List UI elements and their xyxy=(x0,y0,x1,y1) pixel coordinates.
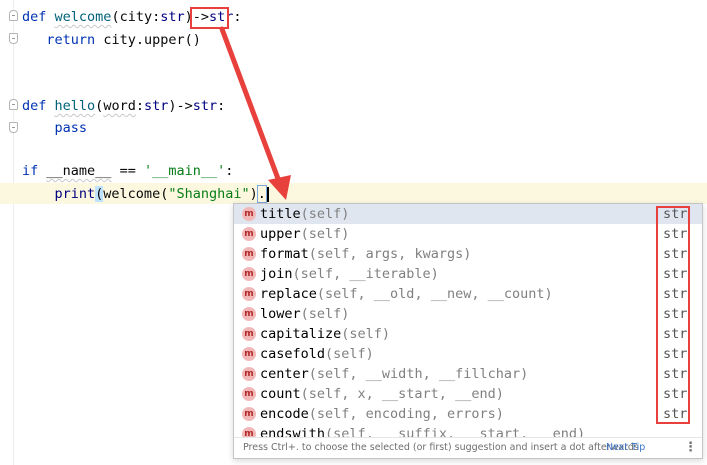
arrow-shaft xyxy=(219,26,283,187)
annotation-arrow xyxy=(219,26,291,200)
arrow-head xyxy=(268,175,291,200)
